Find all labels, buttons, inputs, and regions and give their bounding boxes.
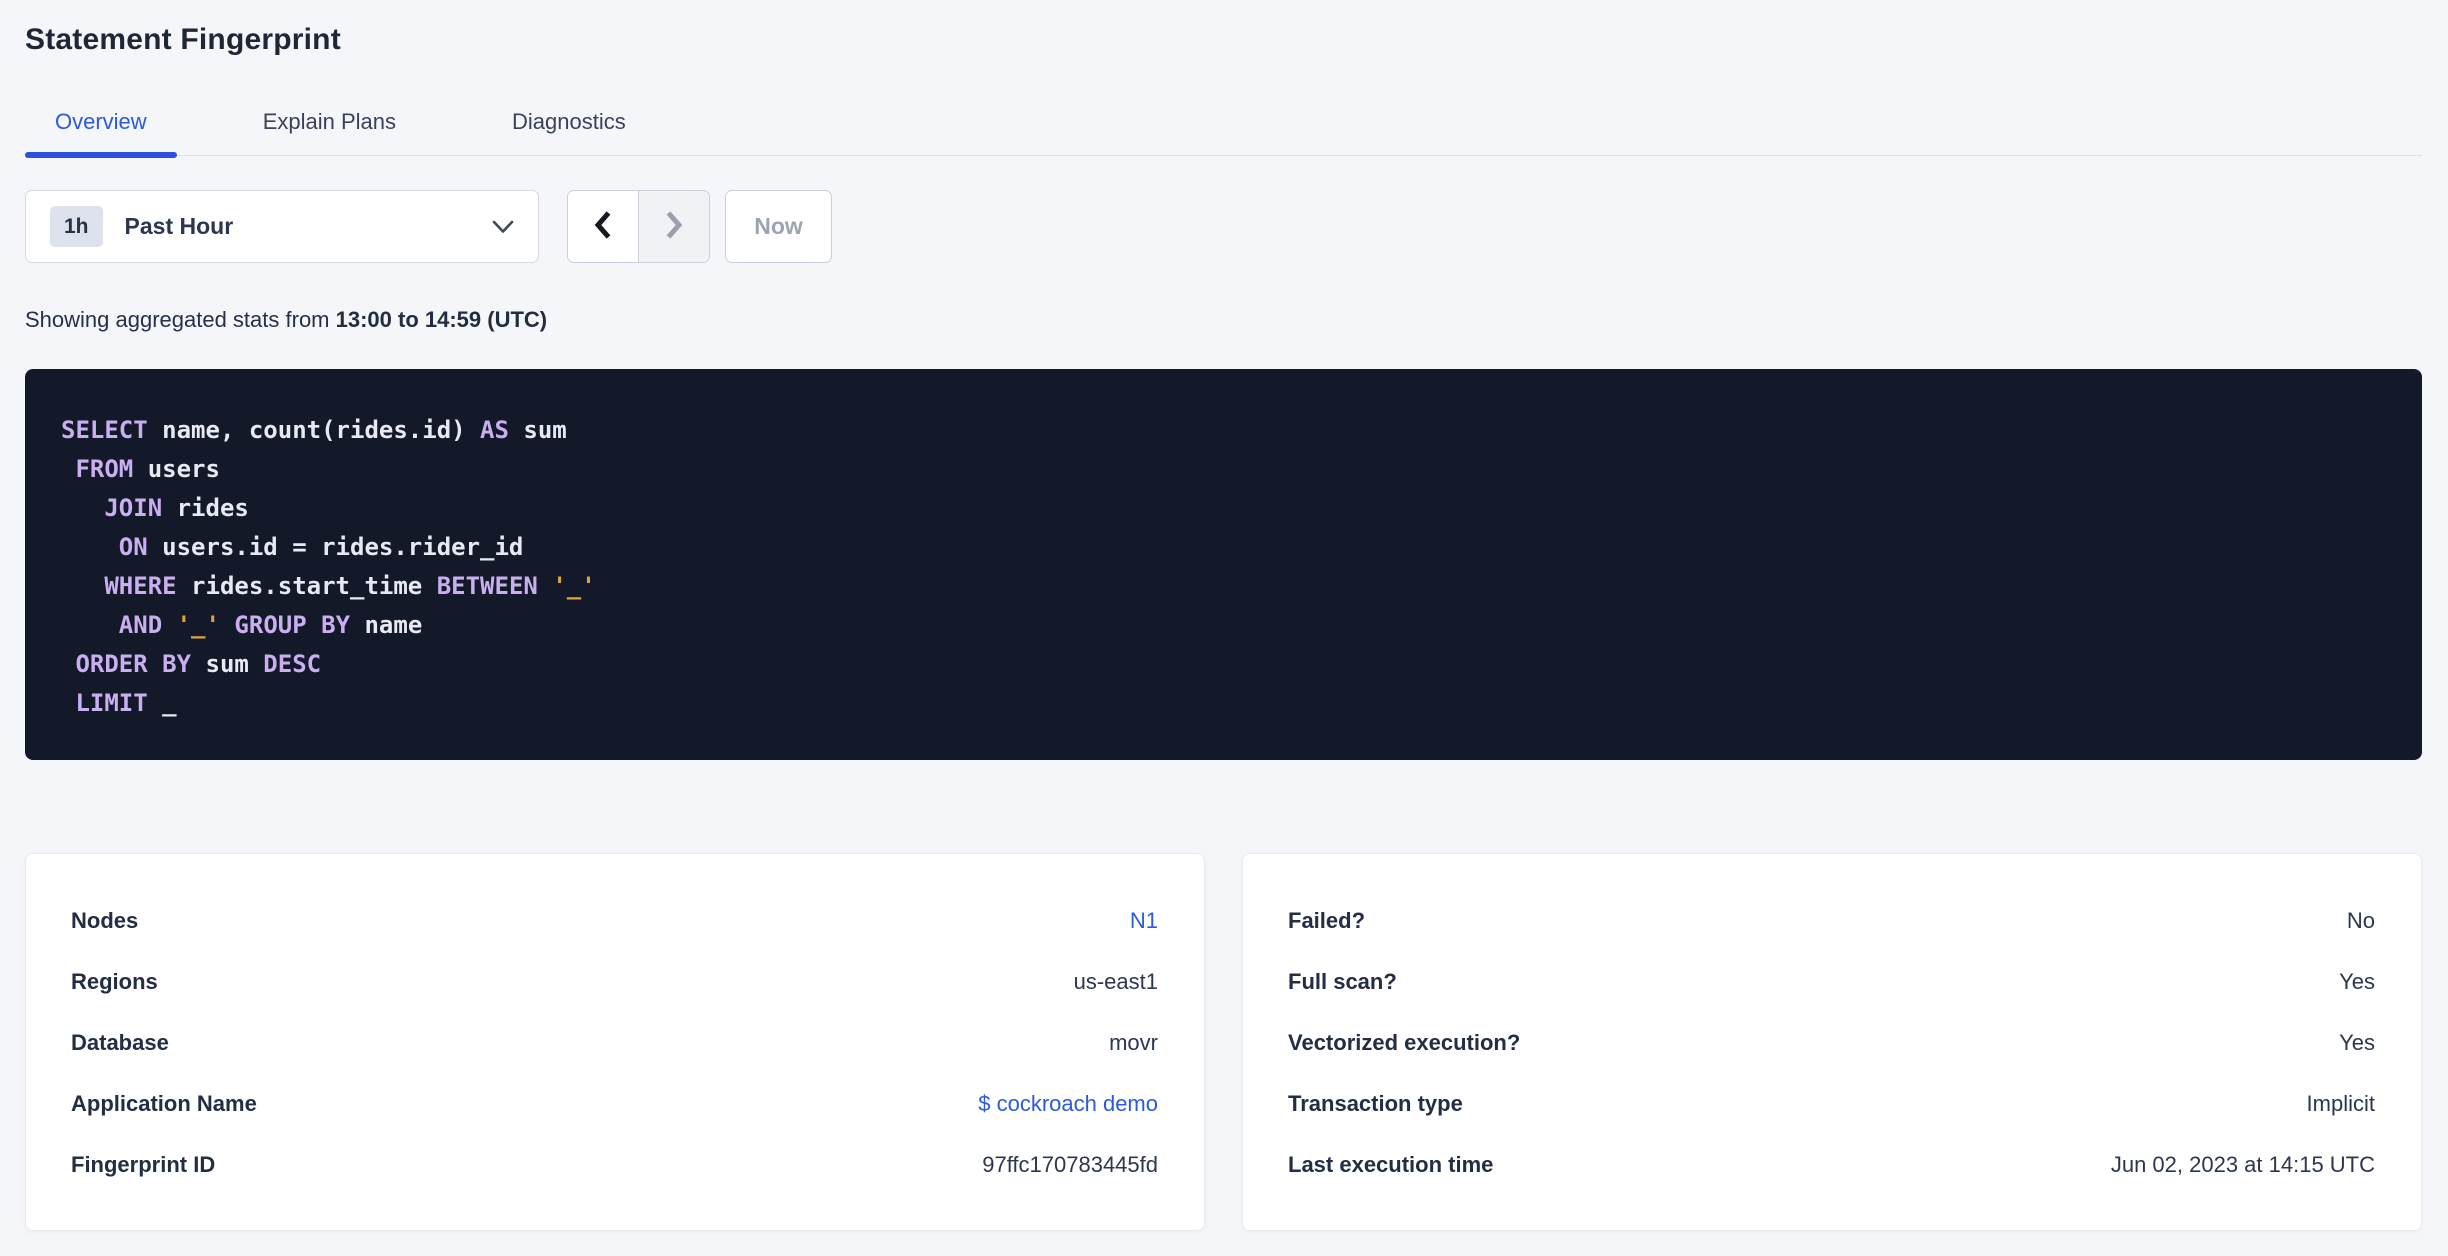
sql-token-id: name [350, 611, 423, 639]
sql-token-kw: WHERE [104, 572, 177, 600]
regions-value: us-east1 [1073, 968, 1158, 994]
regions-label: Regions [71, 968, 158, 994]
database-label: Database [71, 1029, 169, 1055]
card-row-transaction-type: Transaction type Implicit [1288, 1073, 2375, 1134]
card-row-last-execution-time: Last execution time Jun 02, 2023 at 14:15… [1288, 1134, 2375, 1195]
nodes-label: Nodes [71, 907, 139, 933]
time-interval-dropdown[interactable]: 1h Past Hour [25, 190, 539, 263]
application-name-label: Application Name [71, 1090, 257, 1116]
sql-token-kw: SELECT [61, 416, 148, 444]
sql-line: AND '_' GROUP BY name [61, 606, 2386, 645]
sql-statement-box: SELECT name, count(rides.id) AS sum FROM… [25, 369, 2422, 760]
summary-cards: Nodes N1 Regions us-east1 Database movr Applic… [25, 853, 2422, 1231]
card-row-fingerprint-id: Fingerprint ID 97ffc170783445fd [71, 1134, 1158, 1195]
sql-line: ON users.id = rides.rider_id [61, 528, 2386, 567]
sql-line: ORDER BY sum DESC [61, 645, 2386, 684]
execution-attributes-card: Failed? No Full scan? Yes Vectorized executi… [1242, 853, 2422, 1231]
card-row-full-scan: Full scan? Yes [1288, 951, 2375, 1012]
time-controls: 1h Past Hour Now [25, 190, 2422, 263]
sql-token-id: rides [162, 494, 249, 522]
sql-token-kw: DESC [263, 650, 322, 678]
aggregated-stats-text: Showing aggregated stats from 13:00 to 1… [25, 306, 2422, 333]
sql-token-id: users [133, 455, 220, 483]
failed-value: No [2346, 907, 2375, 933]
sql-token-id: sum [191, 650, 264, 678]
vectorized-execution-label: Vectorized execution? [1288, 1029, 1521, 1055]
sql-token-str: '_' [552, 572, 596, 600]
tab-bar: Overview Explain Plans Diagnostics [25, 94, 2422, 158]
sql-token-id [61, 650, 75, 678]
chevron-down-icon [492, 220, 514, 234]
sql-line: WHERE rides.start_time BETWEEN '_' [61, 567, 2386, 606]
next-interval-button[interactable] [638, 191, 709, 262]
last-execution-time-label: Last execution time [1288, 1151, 1494, 1177]
nodes-link[interactable]: N1 [1130, 908, 1158, 934]
tab-overview[interactable]: Overview [25, 94, 177, 158]
sql-token-kw: LIMIT [75, 689, 148, 717]
tab-diagnostics[interactable]: Diagnostics [482, 94, 656, 155]
card-row-nodes: Nodes N1 [71, 890, 1158, 951]
sql-token-id [220, 611, 234, 639]
sql-token-id: name, count(rides.id) [147, 416, 481, 444]
sql-token-kw: ORDER BY [75, 650, 192, 678]
sql-token-id: rides.start_time [176, 572, 437, 600]
sql-token-kw: JOIN [104, 494, 163, 522]
sql-line: SELECT name, count(rides.id) AS sum [61, 411, 2386, 450]
sql-token-id [61, 494, 104, 522]
page-title: Statement Fingerprint [25, 23, 341, 56]
sql-token-id [61, 455, 75, 483]
card-row-vectorized-execution: Vectorized execution? Yes [1288, 1012, 2375, 1073]
sql-token-kw: GROUP BY [234, 611, 351, 639]
sql-token-kw: FROM [75, 455, 134, 483]
fingerprint-id-value: 97ffc170783445fd [982, 1151, 1158, 1177]
application-name-link[interactable]: $ cockroach demo [978, 1091, 1158, 1117]
time-range-stepper [567, 190, 710, 263]
chevron-left-icon [594, 210, 612, 243]
previous-interval-button[interactable] [568, 191, 638, 262]
sql-token-id [61, 611, 119, 639]
database-value: movr [1109, 1029, 1158, 1055]
sql-token-kw: AND [118, 611, 163, 639]
sql-token-id [61, 572, 104, 600]
sql-token-id [61, 689, 75, 717]
sql-token-id [61, 533, 119, 561]
failed-label: Failed? [1288, 907, 1366, 933]
time-interval-badge: 1h [50, 206, 103, 247]
card-row-application-name: Application Name $ cockroach demo [71, 1073, 1158, 1134]
sql-token-id: users.id = rides.rider_id [147, 533, 524, 561]
last-execution-time-value: Jun 02, 2023 at 14:15 UTC [2110, 1151, 2375, 1177]
transaction-type-label: Transaction type [1288, 1090, 1463, 1116]
statement-details-card: Nodes N1 Regions us-east1 Database movr Applic… [25, 853, 1205, 1231]
sql-token-kw: AS [480, 416, 509, 444]
sql-token-kw: BETWEEN [436, 572, 538, 600]
sql-token-id: sum [508, 416, 567, 444]
card-row-regions: Regions us-east1 [71, 951, 1158, 1012]
tab-explain-plans[interactable]: Explain Plans [233, 94, 426, 155]
full-scan-value: Yes [2339, 968, 2375, 994]
sql-line: FROM users [61, 450, 2386, 489]
sql-line: LIMIT _ [61, 684, 2386, 723]
card-row-database: Database movr [71, 1012, 1158, 1073]
aggregated-stats-range: 13:00 to 14:59 (UTC) [335, 307, 548, 332]
now-button[interactable]: Now [725, 190, 832, 263]
vectorized-execution-value: Yes [2339, 1029, 2375, 1055]
sql-token-id [538, 572, 552, 600]
sql-token-id: _ [147, 689, 177, 717]
card-row-failed: Failed? No [1288, 890, 2375, 951]
fingerprint-id-label: Fingerprint ID [71, 1151, 216, 1177]
full-scan-label: Full scan? [1288, 968, 1397, 994]
chevron-right-icon [665, 210, 683, 243]
statement-fingerprint-page: Statement Fingerprint Overview Explain P… [0, 0, 2448, 1256]
sql-token-id [162, 611, 176, 639]
transaction-type-value: Implicit [2306, 1090, 2375, 1116]
time-interval-label: Past Hour [124, 213, 234, 239]
sql-token-kw: ON [118, 533, 148, 561]
aggregated-stats-prefix: Showing aggregated stats from [25, 307, 336, 332]
sql-line: JOIN rides [61, 489, 2386, 528]
sql-token-str: '_' [176, 611, 220, 639]
